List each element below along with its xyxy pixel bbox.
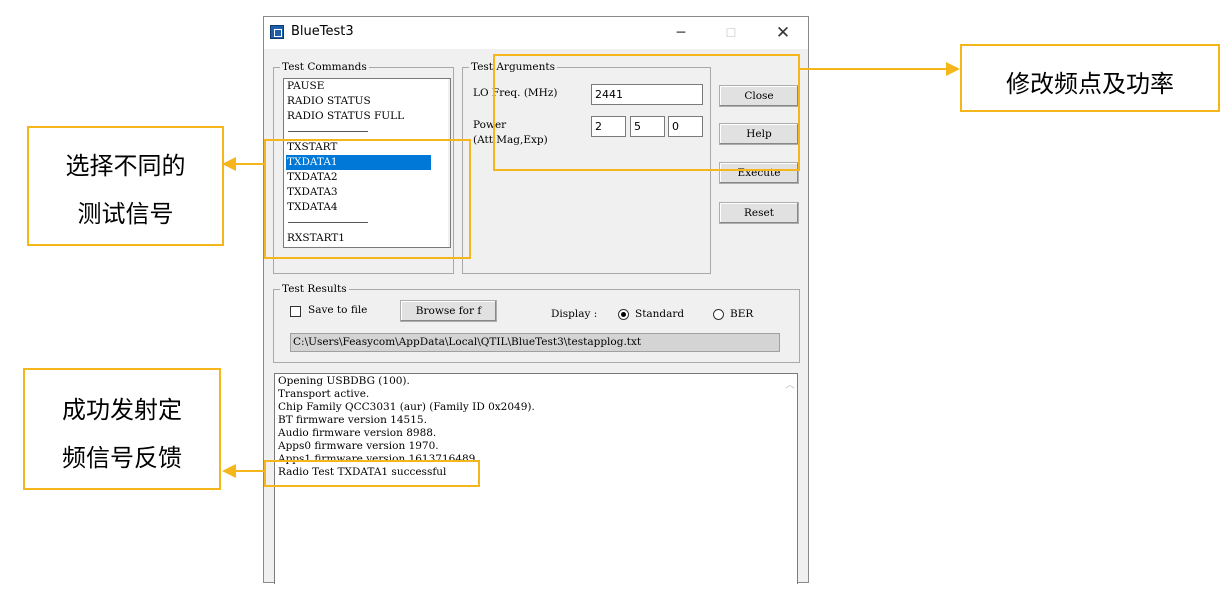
test-results-legend: Test Results: [282, 283, 347, 295]
callout-select-signal: 选择不同的 测试信号: [27, 126, 224, 246]
browse-button[interactable]: Browse for f: [400, 300, 497, 322]
arrow-head-left-icon: [222, 464, 236, 478]
callout-tx-feedback: 成功发射定 频信号反馈: [23, 368, 221, 490]
list-item-radio-status-full[interactable]: RADIO STATUS FULL: [287, 109, 404, 124]
callout-select-signal-line1: 选择不同的: [65, 152, 186, 180]
callout-freq-power-text: 修改频点及功率: [1006, 70, 1174, 98]
log-line: Apps0 firmware version 1970.: [278, 440, 439, 452]
arrow-line-signal: [236, 163, 264, 165]
result-line-highlight: [264, 460, 480, 487]
save-to-file-label: Save to file: [308, 304, 368, 316]
window-title: BlueTest3: [291, 24, 354, 39]
log-line: Chip Family QCC3031 (aur) (Family ID 0x2…: [278, 401, 535, 413]
reset-button[interactable]: Reset: [719, 202, 799, 224]
callout-select-signal-line2: 测试信号: [77, 200, 174, 228]
scrollbar-thumb[interactable]: [450, 96, 451, 124]
arrow-head-right-icon: [946, 62, 960, 76]
test-commands-legend: Test Commands: [282, 61, 367, 73]
log-scroll-up-icon[interactable]: ︿: [785, 376, 795, 391]
display-label: Display :: [551, 308, 598, 320]
list-separator: [288, 131, 368, 132]
standard-radio[interactable]: [618, 309, 629, 320]
log-line: BT firmware version 14515.: [278, 414, 427, 426]
arrow-line-freq: [800, 68, 946, 70]
log-line: Audio firmware version 8988.: [278, 427, 437, 439]
save-to-file-checkbox[interactable]: [290, 306, 301, 317]
minimize-button[interactable]: ─: [658, 17, 704, 49]
arrow-line-feedback: [236, 470, 264, 472]
log-path-field: C:\Users\Feasycom\AppData\Local\QTIL\Blu…: [290, 333, 780, 352]
freq-power-highlight: [493, 54, 800, 171]
log-line: Transport active.: [278, 388, 370, 400]
ber-label: BER: [730, 308, 754, 320]
title-bar: BlueTest3 ─ ☐ ✕: [264, 17, 808, 49]
arrow-head-left-icon: [222, 157, 236, 171]
standard-label: Standard: [635, 308, 685, 320]
log-line: Opening USBDBG (100).: [278, 375, 410, 387]
close-window-button[interactable]: ✕: [760, 17, 806, 49]
list-item-pause[interactable]: PAUSE: [287, 79, 324, 94]
callout-tx-feedback-line2: 频信号反馈: [62, 444, 182, 472]
callout-freq-power: 修改频点及功率: [960, 44, 1220, 112]
signal-list-highlight: [264, 139, 471, 259]
ber-radio[interactable]: [713, 309, 724, 320]
app-icon: [270, 25, 284, 39]
maximize-button[interactable]: ☐: [708, 17, 754, 49]
callout-tx-feedback-line1: 成功发射定: [62, 396, 182, 424]
list-item-radio-status[interactable]: RADIO STATUS: [287, 94, 371, 109]
